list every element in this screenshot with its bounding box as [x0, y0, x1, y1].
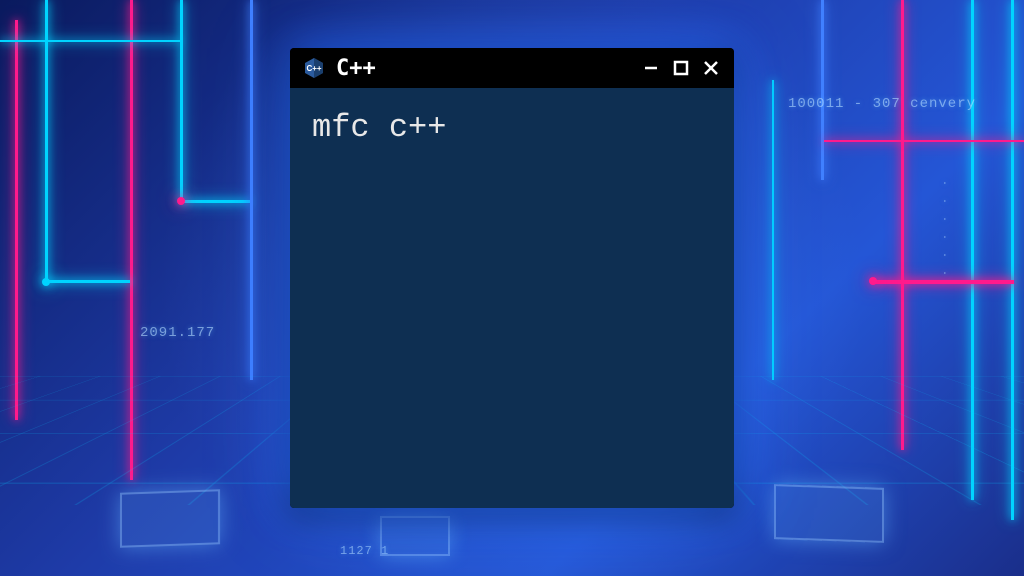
- circuit-node: [869, 277, 877, 285]
- maximize-button[interactable]: [670, 57, 692, 79]
- close-button[interactable]: [700, 57, 722, 79]
- floor-tile: [774, 484, 884, 543]
- circuit-line: [180, 0, 183, 200]
- circuit-line: [45, 0, 48, 280]
- circuit-line: [180, 200, 250, 203]
- circuit-line: [1011, 0, 1014, 520]
- background-code-text: · · · · · ·: [938, 180, 949, 279]
- circuit-line: [772, 80, 774, 380]
- background-code-text: 100011 - 307 cenvery: [788, 96, 976, 112]
- circuit-line: [971, 0, 974, 500]
- circuit-line: [824, 140, 1024, 142]
- circuit-line: [901, 0, 904, 450]
- circuit-line: [0, 40, 180, 42]
- svg-text:C++: C++: [306, 64, 321, 73]
- terminal-window: C++ C++ mfc c++: [290, 48, 734, 508]
- circuit-node: [42, 278, 50, 286]
- background-code-text: 2091.177: [140, 325, 215, 341]
- minimize-button[interactable]: [640, 57, 662, 79]
- window-title: C++: [336, 56, 630, 81]
- circuit-line: [874, 280, 1014, 284]
- circuit-line: [821, 0, 824, 180]
- floor-tile: [380, 516, 450, 556]
- circuit-line: [45, 280, 130, 283]
- circuit-line: [15, 20, 18, 420]
- circuit-node: [177, 197, 185, 205]
- circuit-line: [250, 0, 253, 380]
- floor-tile: [120, 489, 220, 547]
- cpp-hexagon-icon: C++: [302, 56, 326, 80]
- terminal-content[interactable]: mfc c++: [290, 88, 734, 508]
- window-titlebar[interactable]: C++ C++: [290, 48, 734, 88]
- window-controls: [640, 57, 722, 79]
